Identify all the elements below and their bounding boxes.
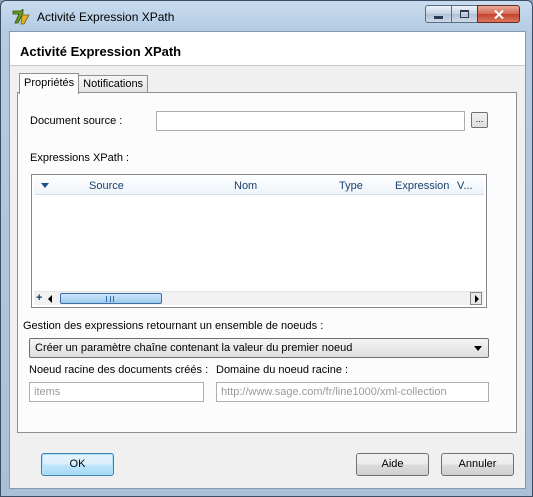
minimize-icon xyxy=(434,15,443,19)
tab-proprietes[interactable]: Propriétés xyxy=(19,73,80,94)
browse-button[interactable]: ... xyxy=(471,112,488,128)
close-button[interactable] xyxy=(477,5,520,23)
app-pen-icon xyxy=(12,9,30,25)
window-controls xyxy=(425,5,520,23)
grip-icon xyxy=(106,296,114,302)
scroll-right-icon xyxy=(475,295,479,303)
root-domain-input[interactable]: http://www.sage.com/fr/line1000/xml-coll… xyxy=(216,382,489,402)
column-header-v[interactable]: V... xyxy=(457,180,473,192)
nodeset-select[interactable]: Créer un paramètre chaîne contenant la v… xyxy=(29,338,489,358)
ok-button[interactable]: OK xyxy=(41,453,114,476)
nodeset-label: Gestion des expressions retournant un en… xyxy=(23,320,324,332)
page-title: Activité Expression XPath xyxy=(20,44,182,59)
close-icon xyxy=(493,9,504,19)
column-header-type[interactable]: Type xyxy=(339,180,363,192)
sort-arrow-icon[interactable] xyxy=(41,183,49,188)
root-domain-placeholder: http://www.sage.com/fr/line1000/xml-coll… xyxy=(221,386,447,398)
column-header-expression[interactable]: Expression xyxy=(395,180,449,192)
help-button[interactable]: Aide xyxy=(356,453,429,476)
xpath-label: Expressions XPath : xyxy=(30,152,130,164)
dialog-footer: OK Aide Annuler xyxy=(10,437,525,488)
scroll-left-icon[interactable] xyxy=(48,295,52,303)
window-title: Activité Expression XPath xyxy=(37,10,175,24)
grid-header: Source Nom Type Expression V... xyxy=(34,177,484,195)
maximize-button[interactable] xyxy=(451,5,478,23)
chevron-down-icon xyxy=(474,346,482,351)
dialog-client-area: Activité Expression XPath Propriétés Not… xyxy=(9,31,526,489)
grid-horizontal-scrollbar[interactable]: + xyxy=(34,291,484,305)
source-input[interactable] xyxy=(156,111,465,131)
minimize-button[interactable] xyxy=(425,5,452,23)
root-node-label: Noeud racine des documents créés : xyxy=(29,364,209,376)
tab-strip: Propriétés Notifications xyxy=(19,73,149,94)
nodeset-selected-value: Créer un paramètre chaîne contenant la v… xyxy=(35,342,353,354)
maximize-icon xyxy=(460,10,469,18)
dialog-window: Activité Expression XPath Activité Expre… xyxy=(0,0,533,497)
add-row-icon[interactable]: + xyxy=(36,292,42,305)
cancel-button[interactable]: Annuler xyxy=(441,453,514,476)
tab-notifications[interactable]: Notifications xyxy=(78,75,149,93)
xpath-grid[interactable]: Source Nom Type Expression V... + xyxy=(31,174,487,308)
column-header-nom[interactable]: Nom xyxy=(234,180,257,192)
title-bar[interactable]: Activité Expression XPath xyxy=(1,1,532,31)
root-domain-label: Domaine du noeud racine : xyxy=(216,364,349,376)
root-node-input[interactable]: items xyxy=(29,382,204,402)
scrollbar-thumb[interactable] xyxy=(60,293,162,304)
column-header-source[interactable]: Source xyxy=(89,180,124,192)
header-band: Activité Expression XPath xyxy=(10,32,525,66)
properties-panel: Document source : ... Expressions XPath … xyxy=(17,92,517,433)
scroll-right-button[interactable] xyxy=(470,292,482,305)
root-node-placeholder: items xyxy=(34,386,61,398)
source-label: Document source : xyxy=(30,115,123,127)
